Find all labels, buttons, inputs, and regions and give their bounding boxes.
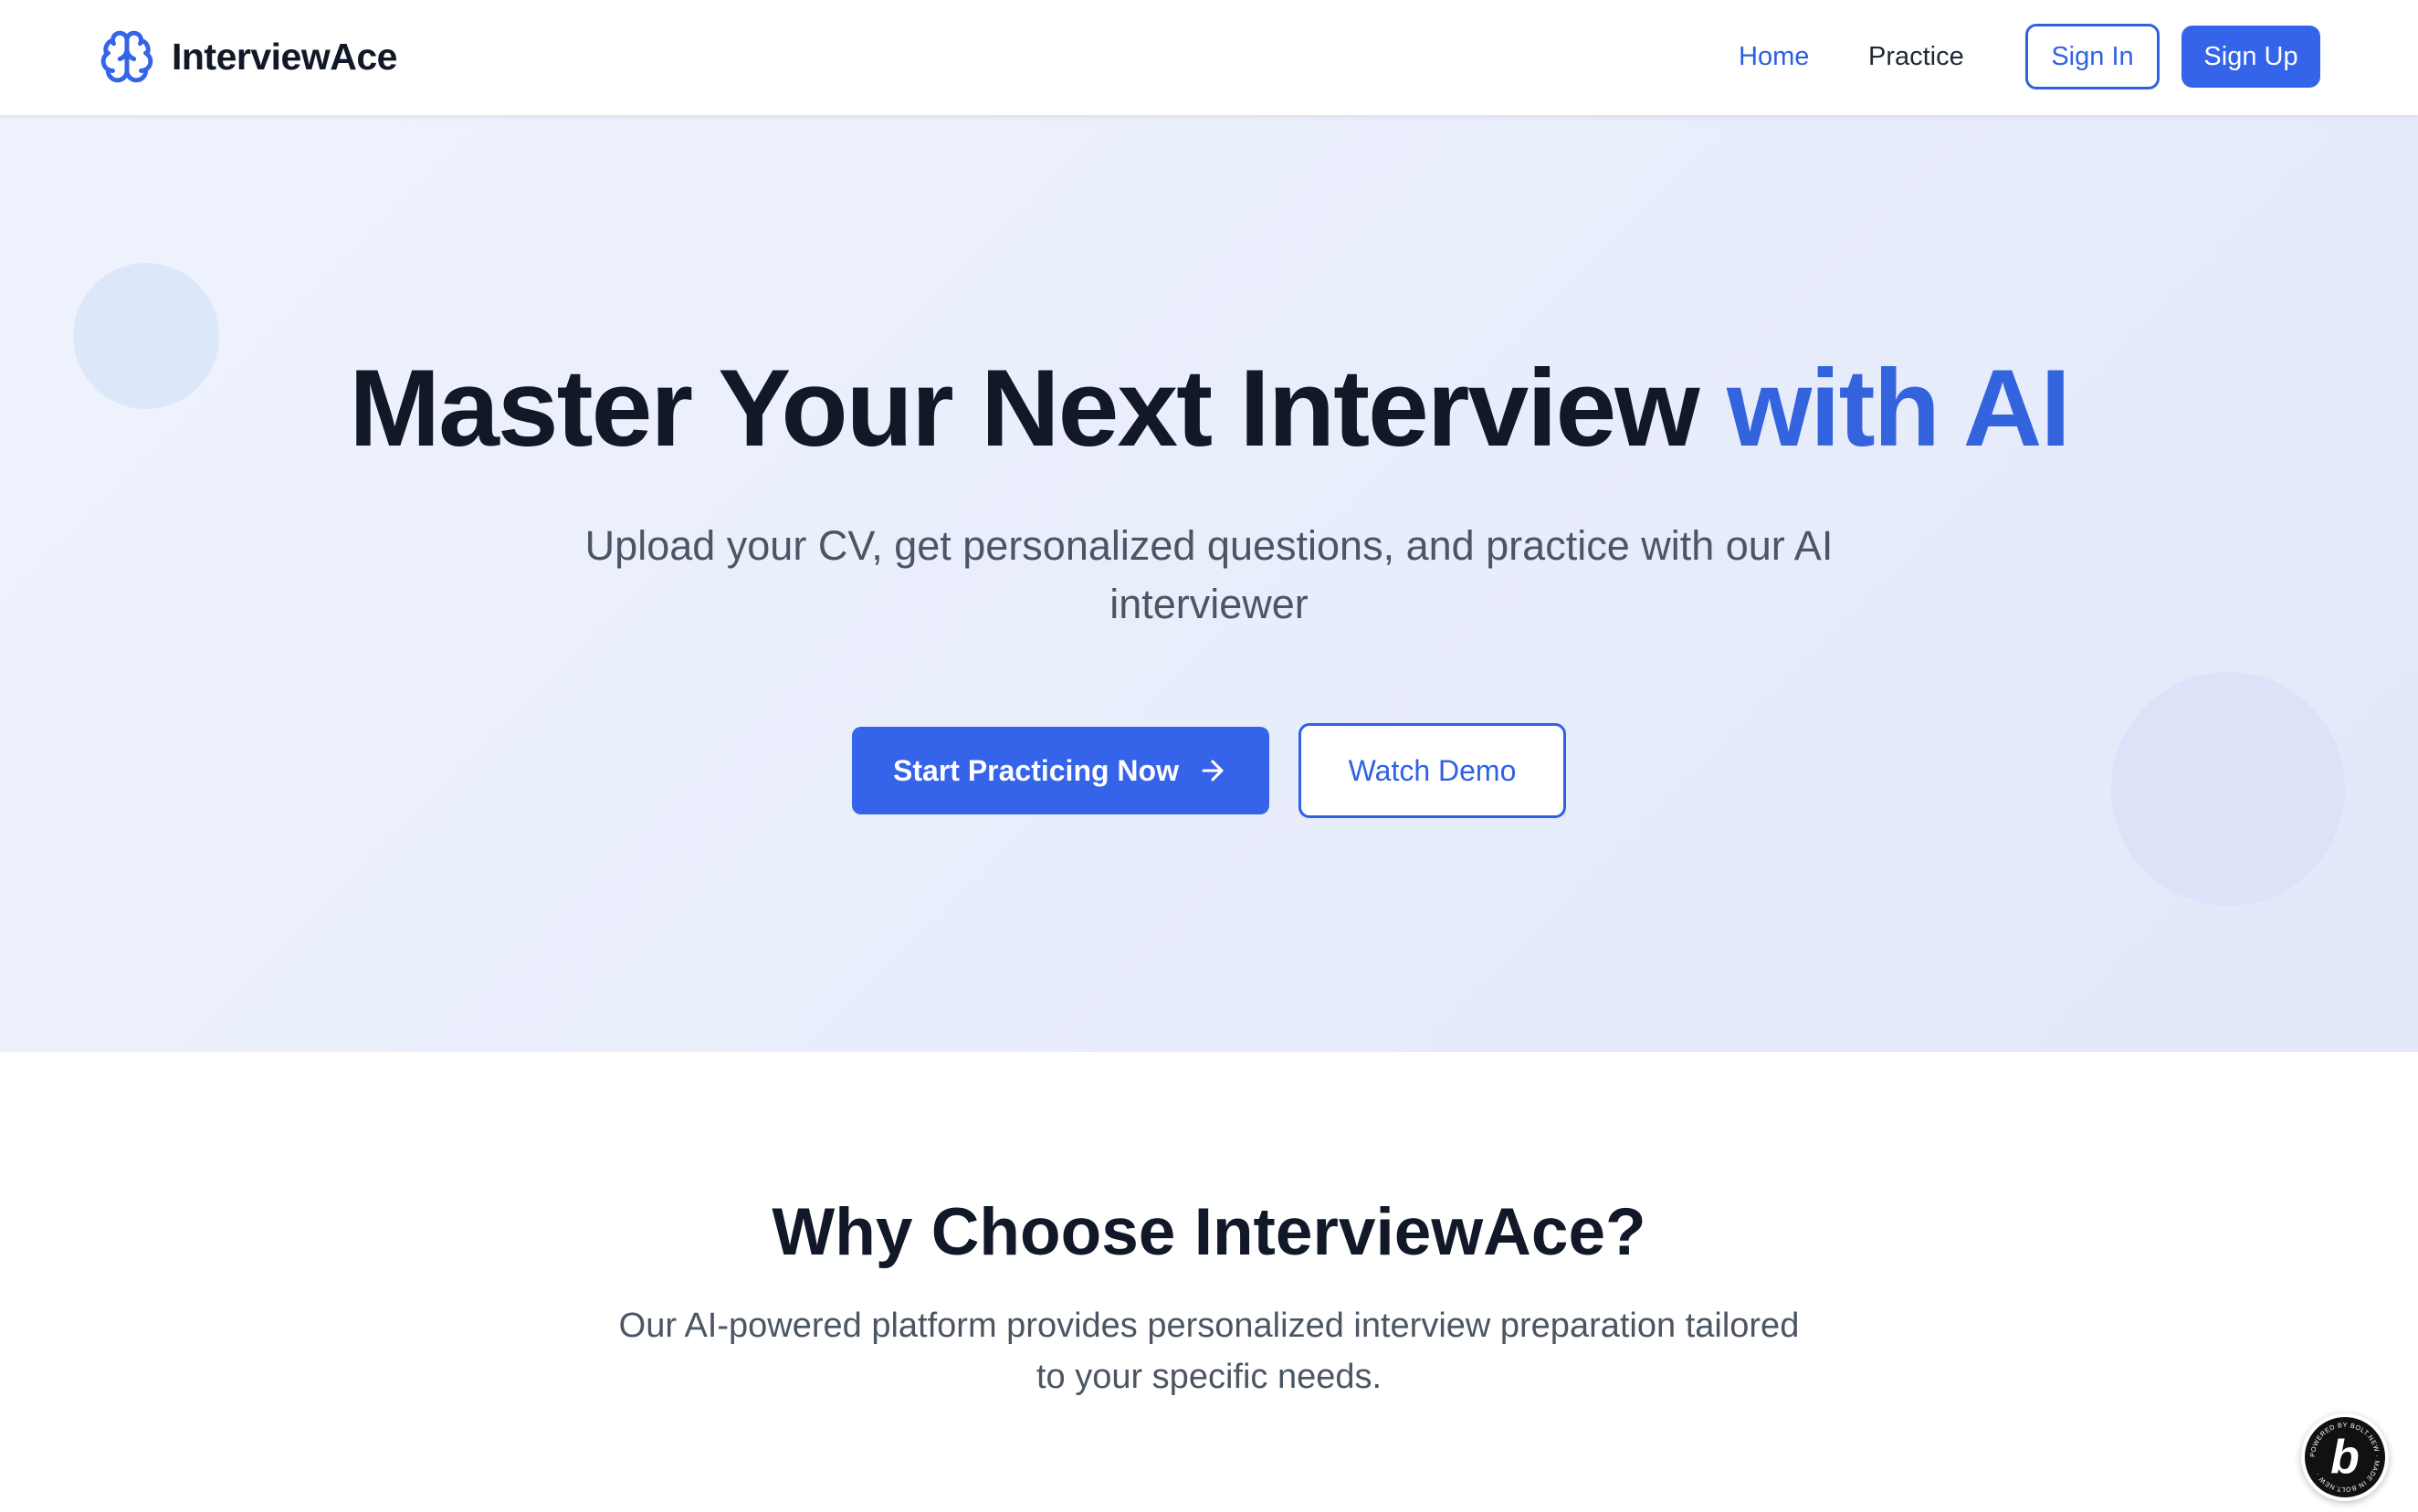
arrow-right-icon [1202, 760, 1224, 782]
nav-link-practice[interactable]: Practice [1868, 37, 1964, 77]
hero-title-main: Master Your Next Interview [349, 347, 1727, 469]
brand-logo-link[interactable]: InterviewAce [99, 27, 397, 86]
brand-name: InterviewAce [172, 35, 397, 78]
bolt-badge[interactable]: POWERED BY BOLT.NEW · MADE IN BOLT.NEW ·… [2301, 1413, 2389, 1501]
decorative-circle-right [2111, 672, 2345, 906]
sign-up-button[interactable]: Sign Up [2181, 26, 2320, 88]
start-practicing-label: Start Practicing Now [893, 753, 1179, 787]
hero-section: Master Your Next Interview with AI Uploa… [0, 115, 2418, 1052]
start-practicing-button[interactable]: Start Practicing Now [852, 727, 1269, 814]
nav-link-home[interactable]: Home [1739, 37, 1809, 77]
hero-title: Master Your Next Interview with AI [0, 340, 2418, 477]
top-navbar: InterviewAce Home Practice Sign In Sign … [0, 0, 2418, 115]
section-subtitle: Our AI-powered platform provides persona… [618, 1307, 1800, 1396]
section-title: Why Choose InterviewAce? [772, 1195, 1646, 1269]
bolt-badge-letter: b [2330, 1431, 2360, 1484]
brain-icon [100, 30, 153, 83]
sign-in-button[interactable]: Sign In [2025, 24, 2160, 89]
hero-title-accent: with AI [1726, 347, 2071, 469]
watch-demo-button[interactable]: Watch Demo [1298, 723, 1566, 818]
hero-subtitle: Upload your CV, get personalized questio… [584, 522, 1834, 627]
